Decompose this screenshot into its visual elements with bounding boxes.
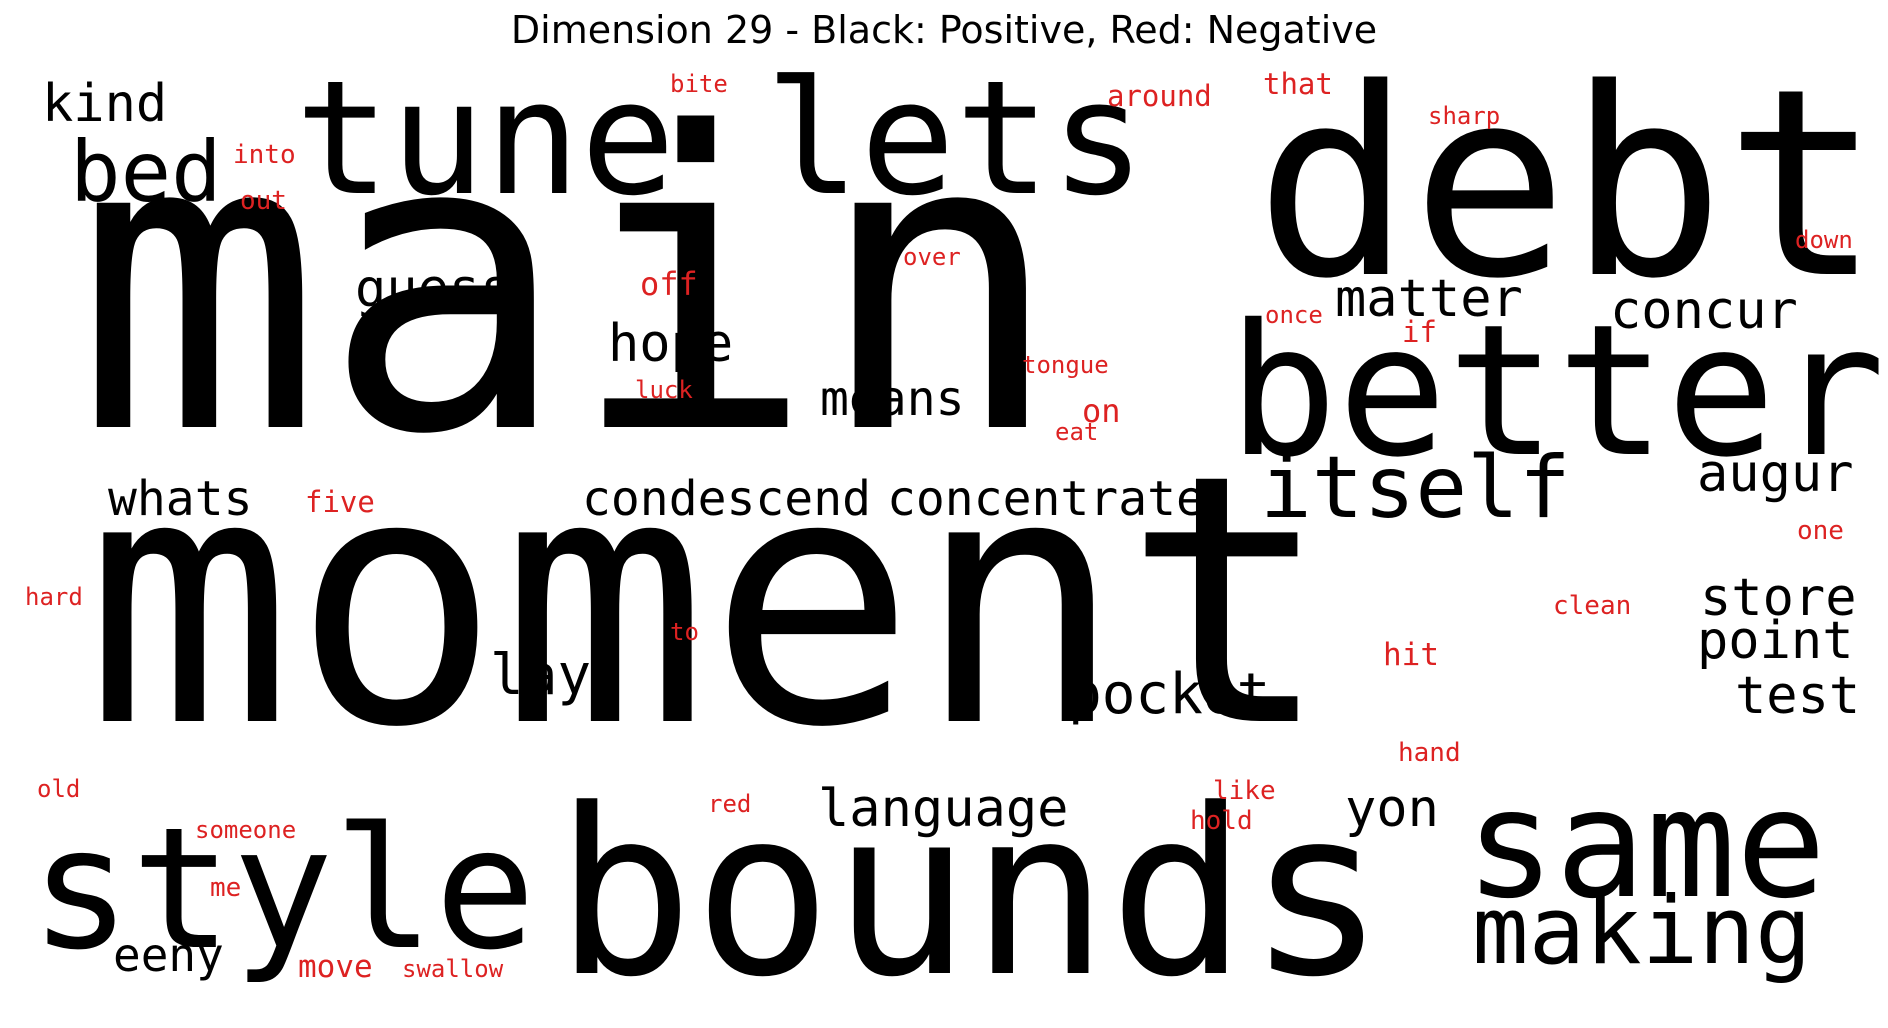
word-guess: guess [355, 259, 512, 319]
word-whats: whats [108, 471, 253, 527]
word-cloud: main moment bounds debt tune lets better… [0, 0, 1888, 1010]
word-itself: itself [1260, 438, 1571, 538]
word-out: out [240, 186, 287, 216]
word-red: red [708, 790, 752, 818]
word-lay: lay [490, 643, 592, 708]
word-that: that [1263, 67, 1333, 101]
word-tune: tune [295, 47, 676, 231]
word-bite: bite [670, 70, 728, 98]
word-language: language [818, 779, 1069, 839]
word-tongue: tongue [1022, 351, 1109, 379]
word-eeny: eeny [113, 928, 224, 982]
word-means: means [820, 371, 965, 427]
word-hit: hit [1383, 637, 1439, 673]
word-move: move [298, 949, 373, 985]
word-swallow: swallow [402, 955, 504, 983]
word-point: point [1697, 611, 1854, 671]
word-test: test [1735, 666, 1861, 726]
word-hard: hard [25, 583, 83, 611]
word-augur: augur [1697, 444, 1854, 504]
word-condescend: condescend [582, 471, 871, 527]
word-hope: hope [608, 314, 734, 374]
word-hold: hold [1190, 806, 1253, 836]
word-five: five [305, 485, 375, 519]
word-old: old [37, 775, 81, 803]
word-yon: yon [1345, 779, 1439, 839]
word-lets: lets [765, 47, 1146, 231]
word-once: once [1265, 301, 1323, 329]
word-into: into [233, 140, 296, 170]
word-sharp: sharp [1428, 102, 1501, 130]
word-bed: bed [70, 123, 222, 221]
word-concentrate: concentrate [887, 471, 1205, 527]
word-if: if [1402, 315, 1437, 349]
word-over: over [903, 243, 961, 271]
word-hand: hand [1398, 738, 1461, 768]
word-like: like [1213, 776, 1276, 806]
word-down: down [1795, 226, 1853, 254]
word-eat: eat [1055, 418, 1099, 446]
word-around: around [1107, 79, 1212, 113]
word-clean: clean [1553, 591, 1632, 621]
word-someone: someone [195, 816, 297, 844]
word-kind: kind [42, 74, 168, 134]
word-pocket: pocket [1068, 662, 1271, 727]
word-concur: concur [1610, 281, 1798, 341]
word-off: off [640, 265, 698, 303]
word-making: making [1472, 877, 1812, 986]
word-luck: luck [635, 376, 693, 404]
word-to: to [670, 618, 699, 646]
word-me: me [210, 873, 242, 903]
word-one: one [1797, 516, 1844, 546]
